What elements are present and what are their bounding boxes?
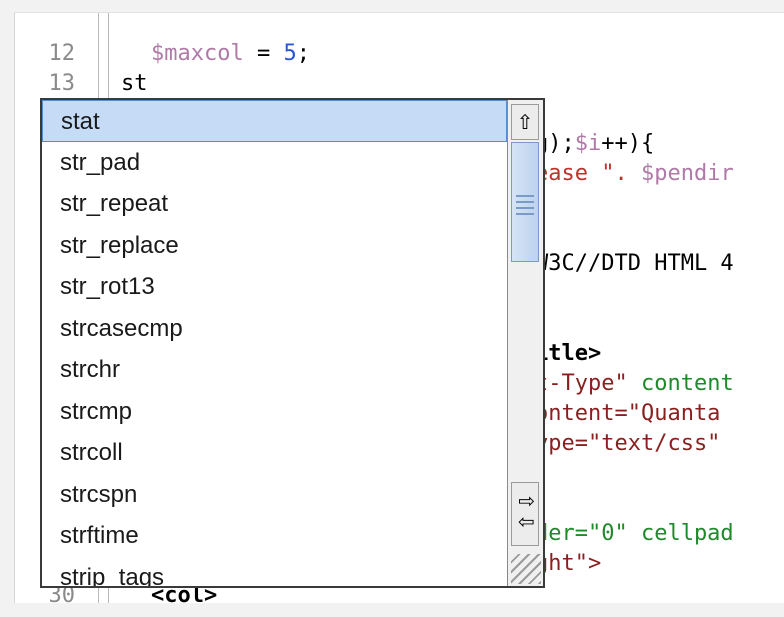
- line-number: 12: [48, 41, 76, 66]
- code-line-12: $maxcol = 5;: [151, 41, 310, 66]
- autocomplete-item[interactable]: stat: [42, 100, 507, 142]
- autocomplete-item[interactable]: str_pad: [42, 142, 507, 184]
- autocomplete-popup[interactable]: stat str_pad str_repeat str_replace str_…: [40, 98, 545, 588]
- autocomplete-item[interactable]: str_repeat: [42, 183, 507, 225]
- code-line-13: st: [121, 71, 148, 96]
- resize-grip-icon[interactable]: [511, 554, 541, 584]
- autocomplete-item[interactable]: strip_tags: [42, 557, 507, 587]
- scroll-up-button[interactable]: ⇧: [511, 104, 539, 140]
- page-up-down-icon: ⇧⇩: [514, 493, 536, 535]
- autocomplete-item[interactable]: str_rot13: [42, 266, 507, 308]
- autocomplete-item[interactable]: strftime: [42, 515, 507, 557]
- autocomplete-item[interactable]: strcmp: [42, 391, 507, 433]
- grip-line: [516, 207, 534, 209]
- grip-line: [516, 213, 534, 215]
- code-fragment: der="0" cellpad: [535, 521, 734, 546]
- autocomplete-item[interactable]: strcoll: [42, 432, 507, 474]
- code-fragment: ype="text/css": [535, 431, 721, 456]
- code-fragment: g);$i++){: [535, 131, 655, 156]
- autocomplete-item[interactable]: strcasecmp: [42, 308, 507, 350]
- autocomplete-item[interactable]: str_replace: [42, 225, 507, 267]
- arrow-up-icon: ⇧: [516, 111, 534, 134]
- page-scroll-buttons[interactable]: ⇧⇩: [511, 482, 539, 546]
- code-fragment: ease ". $pendir: [535, 161, 734, 186]
- scrollbar-thumb[interactable]: [511, 142, 539, 262]
- grip-line: [516, 201, 534, 203]
- code-fragment: t-Type" content: [535, 371, 734, 396]
- autocomplete-list[interactable]: stat str_pad str_repeat str_replace str_…: [42, 100, 507, 587]
- autocomplete-item[interactable]: strchr: [42, 349, 507, 391]
- code-fragment: ontent="Quanta: [535, 401, 721, 426]
- line-number: 13: [48, 71, 76, 96]
- autocomplete-item[interactable]: strcspn: [42, 474, 507, 516]
- vertical-scrollbar[interactable]: ⇧ ⇧⇩: [507, 100, 543, 586]
- grip-line: [516, 195, 534, 197]
- code-fragment: W3C//DTD HTML 4: [535, 251, 734, 276]
